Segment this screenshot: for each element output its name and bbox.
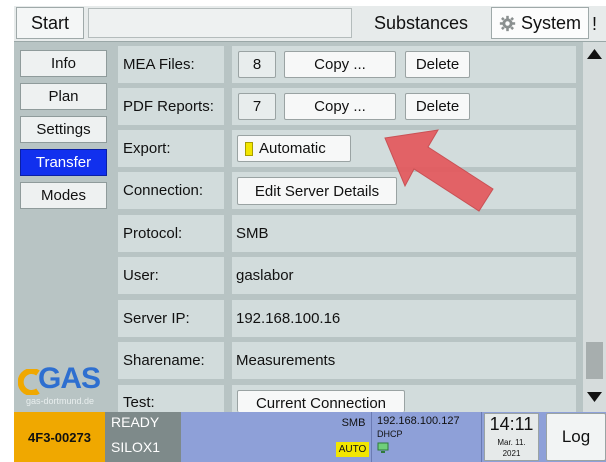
status-state-panel: READY SILOX1 — [105, 412, 181, 462]
pdf-reports-count: 7 — [238, 93, 276, 120]
toggle-indicator-icon — [245, 141, 253, 156]
sidebar-item-settings[interactable]: Settings — [20, 116, 107, 143]
sidebar-item-transfer[interactable]: Transfer — [20, 149, 107, 176]
mea-files-label: MEA Files: — [118, 46, 224, 83]
export-label: Export: — [118, 130, 224, 167]
server-ip-label: Server IP: — [118, 300, 224, 337]
protocol-label: Protocol: — [118, 215, 224, 252]
sidebar-item-info[interactable]: Info — [20, 50, 107, 77]
status-instrument-text: SILOX1 — [111, 439, 161, 455]
gear-icon — [499, 15, 516, 32]
export-toggle-button[interactable]: Automatic — [237, 135, 351, 162]
scroll-down-icon[interactable] — [586, 390, 603, 404]
tab-start[interactable]: Start — [16, 7, 84, 39]
current-connection-button[interactable]: Current Connection — [237, 390, 405, 412]
clock-date: Mar. 11. — [497, 438, 526, 447]
user-label: User: — [118, 257, 224, 294]
status-state-text: READY — [111, 414, 160, 430]
tab-substances[interactable]: Substances — [355, 7, 487, 39]
server-ip-value: 192.168.100.16 — [232, 300, 576, 337]
pdf-copy-button[interactable]: Copy ... — [284, 93, 396, 120]
sharename-value: Measurements — [232, 342, 576, 379]
red-arrow-icon — [384, 129, 494, 212]
sharename-label: Sharename: — [118, 342, 224, 379]
tab-overflow-marker[interactable]: ! — [592, 10, 606, 38]
tab-spacer — [88, 8, 352, 38]
test-label: Test: — [118, 385, 224, 412]
status-dhcp: DHCP — [377, 429, 403, 439]
logo-text: GAS — [38, 362, 101, 395]
protocol-value: SMB — [232, 215, 576, 252]
logo-mark-icon — [18, 369, 40, 395]
network-monitor-icon — [377, 442, 389, 453]
status-ip: 192.168.100.127 — [377, 415, 460, 427]
status-auto-badge: AUTO — [336, 442, 369, 457]
sidebar-item-plan[interactable]: Plan — [20, 83, 107, 110]
connection-label: Connection: — [118, 172, 224, 209]
logo-subtext: gas-dortmund.de — [26, 396, 95, 406]
mea-copy-button[interactable]: Copy ... — [284, 51, 396, 78]
device-id-badge: 4F3-00273 — [14, 412, 105, 462]
sidebar-item-modes[interactable]: Modes — [20, 182, 107, 209]
status-network-panel: 192.168.100.127 DHCP — [371, 412, 482, 462]
mea-files-count: 8 — [238, 51, 276, 78]
user-value: gaslabor — [232, 257, 576, 294]
status-spacer — [181, 412, 336, 462]
clock-time: 14:11 — [489, 414, 534, 434]
log-button[interactable]: Log — [546, 413, 606, 461]
pdf-reports-label: PDF Reports: — [118, 88, 224, 125]
clock-panel: 14:11 Mar. 11. 2021 — [484, 413, 539, 461]
mea-delete-button[interactable]: Delete — [405, 51, 470, 78]
status-protocol: SMB — [341, 417, 366, 429]
export-toggle-label: Automatic — [259, 140, 326, 157]
scroll-thumb[interactable] — [586, 342, 603, 379]
edit-server-details-button[interactable]: Edit Server Details — [237, 177, 397, 205]
clock-year: 2021 — [502, 449, 521, 458]
scroll-up-icon[interactable] — [586, 47, 603, 61]
tab-system-label: System — [520, 12, 581, 33]
gas-logo: GAS gas-dortmund.de — [16, 362, 114, 408]
pdf-delete-button[interactable]: Delete — [405, 93, 470, 120]
tab-system[interactable]: System — [491, 7, 589, 39]
